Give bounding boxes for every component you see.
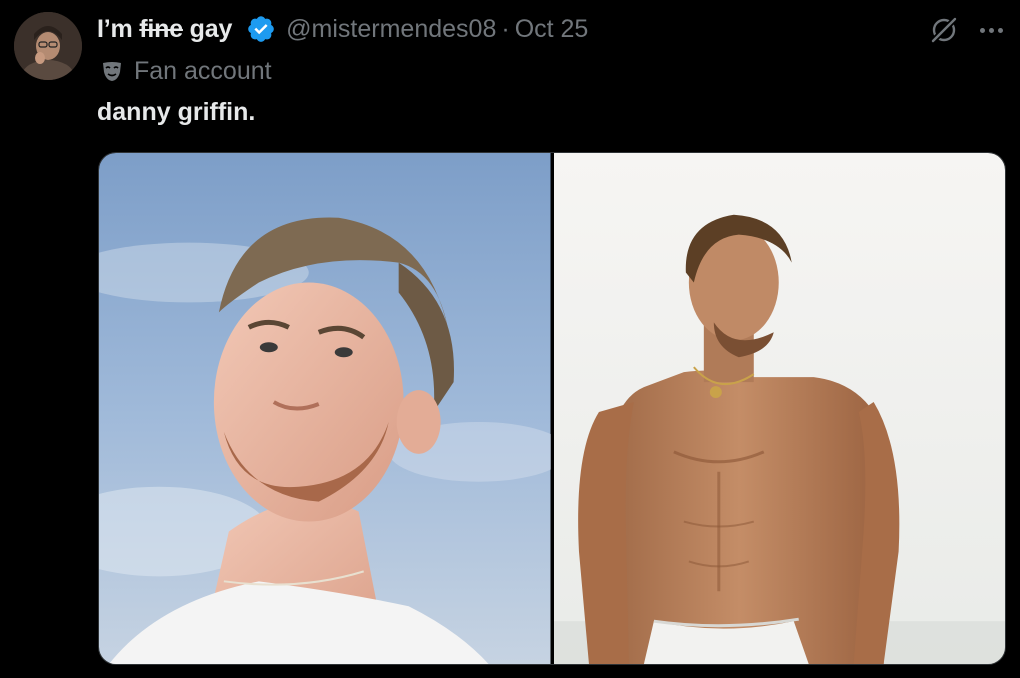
account-label-text: Fan account [134, 56, 272, 85]
author-handle[interactable]: @mistermendes08 [286, 15, 496, 44]
photo-selfie[interactable] [99, 153, 551, 664]
grok-icon[interactable] [928, 14, 960, 46]
media-grid [98, 152, 1006, 665]
tweet-date[interactable]: Oct 25 [515, 15, 589, 44]
more-icon[interactable] [976, 18, 1006, 42]
photo-shirtless[interactable] [553, 153, 1005, 664]
tweet-header: I’m fine gay @mistermendes08 · Oct 25 [97, 13, 588, 45]
avatar[interactable] [14, 12, 82, 80]
separator-dot: · [501, 14, 510, 43]
mask-icon [103, 62, 121, 81]
verified-badge-icon[interactable] [246, 14, 276, 44]
tweet-text: danny griffin. [97, 98, 256, 126]
struck-word: fine [139, 14, 183, 43]
account-label: Fan account [100, 56, 272, 86]
display-name[interactable]: I’m fine gay [97, 15, 232, 44]
tweet[interactable]: I’m fine gay @mistermendes08 · Oct 25 Fa… [0, 0, 1020, 678]
